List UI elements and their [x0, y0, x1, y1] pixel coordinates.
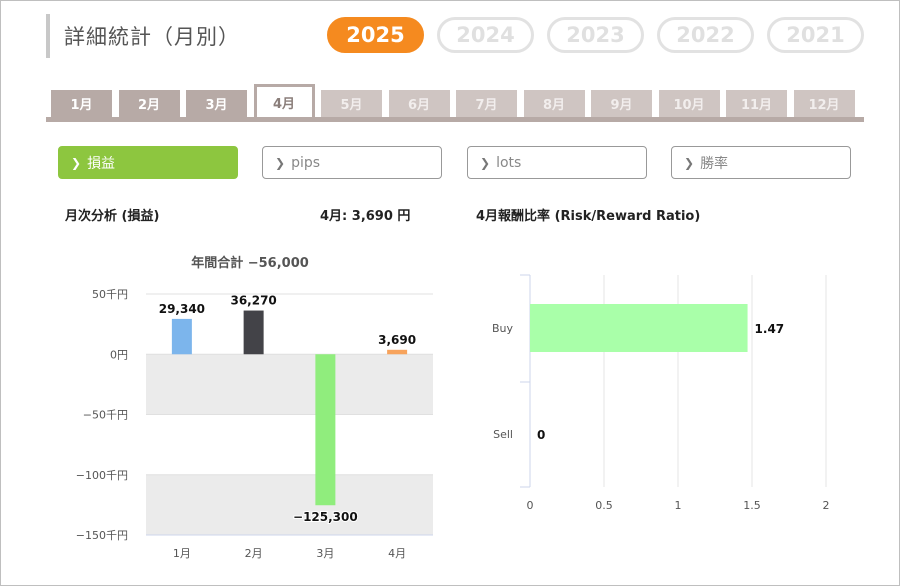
- bar-buy: [530, 304, 748, 352]
- data-label: 1.47: [755, 322, 785, 336]
- y-tick-label: Buy: [492, 322, 514, 335]
- x-tick-label: 2: [823, 499, 830, 512]
- x-tick-label: 2月: [245, 547, 263, 560]
- x-tick-label: 1: [675, 499, 682, 512]
- x-tick-label: 4月: [388, 547, 406, 560]
- y-tick-label: 50千円: [92, 288, 128, 301]
- data-label: −125,300: [293, 510, 358, 524]
- x-tick-label: 1月: [173, 547, 191, 560]
- y-tick-label: 0円: [110, 348, 128, 361]
- x-tick-label: 0.5: [595, 499, 613, 512]
- x-tick-label: 0: [527, 499, 534, 512]
- bar-3月: [315, 354, 336, 506]
- data-label: 3,690: [378, 333, 416, 347]
- data-label: 29,340: [159, 302, 205, 316]
- plot-band: [146, 354, 433, 415]
- data-label: 0: [537, 428, 545, 442]
- y-tick-label: Sell: [493, 428, 513, 441]
- x-tick-label: 1.5: [743, 499, 761, 512]
- plot-band: [146, 474, 433, 535]
- y-tick-label: −50千円: [83, 409, 128, 422]
- data-label: 36,270: [230, 294, 276, 308]
- x-tick-label: 3月: [316, 547, 334, 560]
- chart-title: 年間合計 −56,000: [191, 255, 309, 271]
- y-tick-label: −150千円: [76, 529, 128, 542]
- charts-canvas: 年間合計 −56,000 50千円 0円 −50千円 −100千円 −150千円 1月 29,…: [76, 255, 830, 560]
- bar-2月: [243, 310, 264, 355]
- bar-4月: [387, 349, 408, 355]
- bar-1月: [171, 318, 192, 355]
- y-tick-label: −100千円: [76, 469, 128, 482]
